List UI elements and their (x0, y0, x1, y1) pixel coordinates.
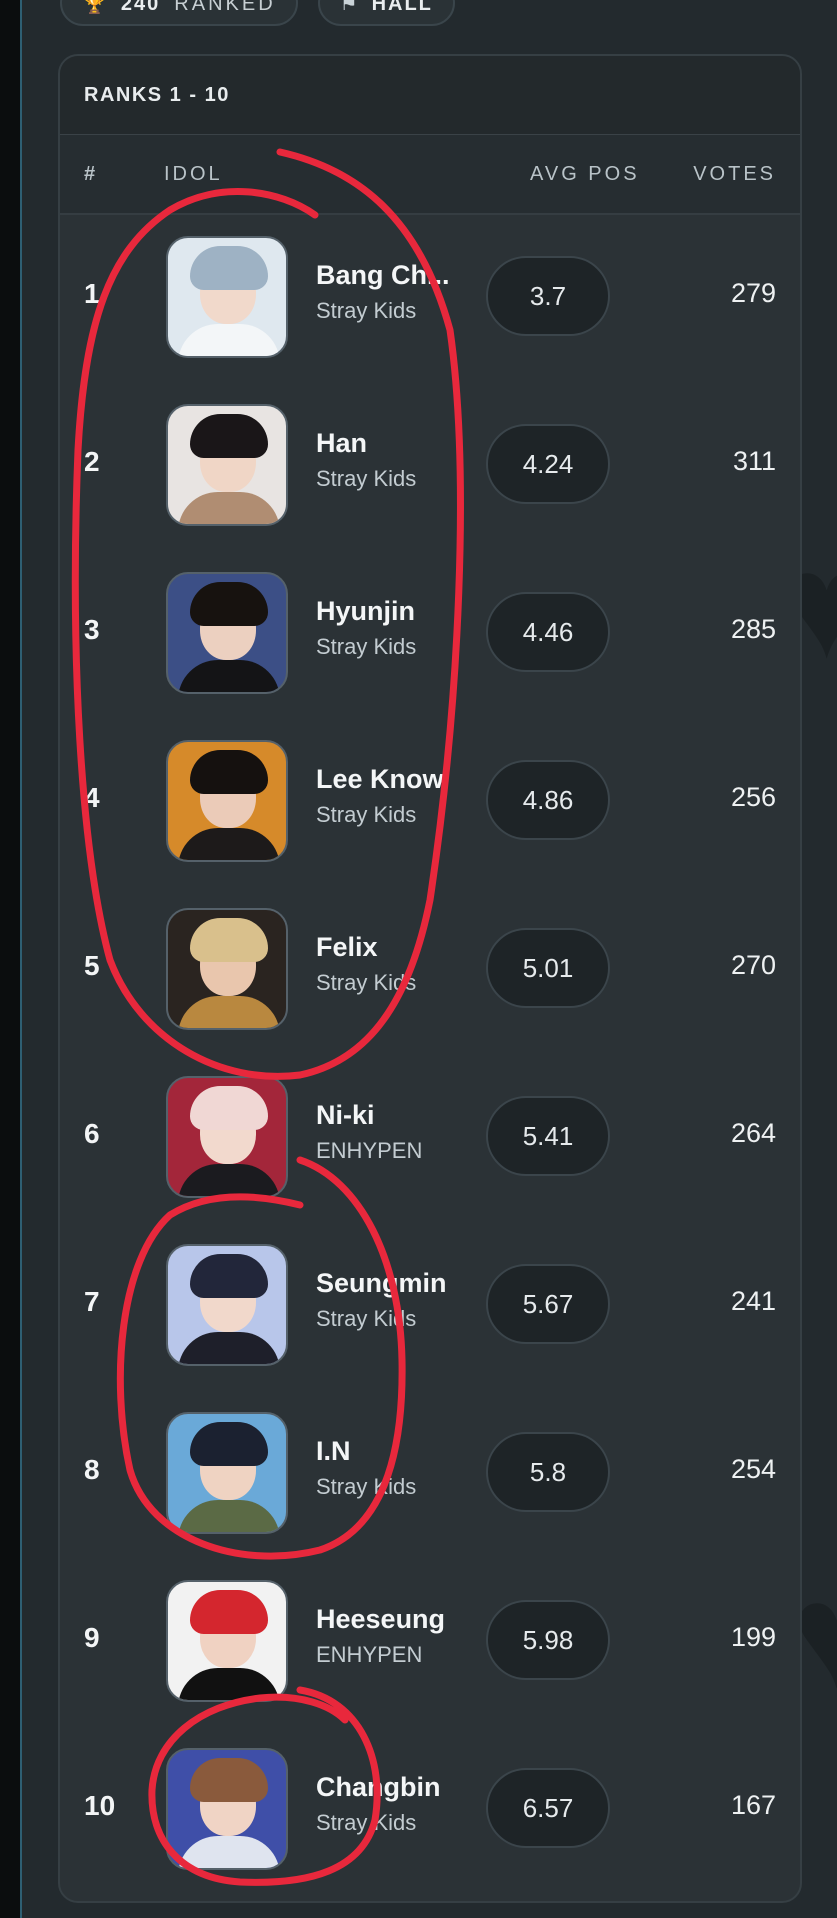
idol-group: Stray Kids (316, 970, 417, 995)
avg-pos-badge: 6.57 (486, 1768, 610, 1848)
table-row[interactable]: 1 Bang Ch... Stray Kids 3.7 279 (60, 214, 800, 382)
flag-icon: ⚑ (339, 0, 358, 15)
idol-group: Stray Kids (316, 634, 417, 659)
idol-name: Felix (316, 932, 378, 962)
table-row[interactable]: 7 Seungmin Stray Kids 5.67 241 (60, 1222, 800, 1390)
idol-group: ENHYPEN (316, 1138, 423, 1163)
rank-number: 1 (84, 278, 100, 309)
avg-pos-badge: 3.7 (486, 256, 610, 336)
rank-number: 4 (84, 782, 100, 813)
vote-count: 199 (730, 1622, 776, 1652)
rank-number: 10 (84, 1790, 116, 1821)
idol-group: Stray Kids (316, 1810, 417, 1835)
rank-number: 9 (84, 1622, 100, 1653)
idol-name: Seungmin (316, 1268, 447, 1298)
avg-pos-badge: 4.86 (486, 760, 610, 840)
avg-pos-badge: 4.46 (486, 592, 610, 672)
column-idol: IDOL (164, 163, 223, 185)
idol-group: Stray Kids (316, 802, 417, 827)
avatar (166, 1748, 288, 1870)
table-row[interactable]: 9 Heeseung ENHYPEN 5.98 199 (60, 1558, 800, 1726)
idol-name: Ni-ki (316, 1100, 375, 1130)
rank-number: 5 (84, 950, 100, 981)
idol-name: Han (316, 428, 368, 458)
ranking-card: RANKS 1 - 10 # IDOL AVG POS VOTES 1 Bang… (58, 54, 802, 1903)
vote-count: 241 (730, 1286, 776, 1316)
table-row[interactable]: 5 Felix Stray Kids 5.01 270 (60, 886, 800, 1054)
table-row[interactable]: 3 Hyunjin Stray Kids 4.46 285 (60, 550, 800, 718)
top-stats-bar: 🏆 240 RANKED ⚑ HALL (60, 0, 455, 28)
vote-count: 167 (730, 1790, 776, 1820)
idol-group: Stray Kids (316, 466, 417, 491)
idol-group: Stray Kids (316, 298, 417, 323)
avatar (166, 236, 288, 358)
column-avg-pos: AVG POS (530, 163, 640, 185)
table-row[interactable]: 8 I.N Stray Kids 5.8 254 (60, 1390, 800, 1558)
card-header: RANKS 1 - 10 (60, 56, 800, 135)
rank-number: 8 (84, 1454, 100, 1485)
table-row[interactable]: 6 Ni-ki ENHYPEN 5.41 264 (60, 1054, 800, 1222)
avatar (166, 1580, 288, 1702)
avatar (166, 1412, 288, 1534)
avatar (166, 740, 288, 862)
hall-label: HALL (371, 0, 433, 15)
idol-name: Changbin (316, 1772, 441, 1802)
vote-count: 311 (732, 446, 776, 476)
vote-count: 279 (730, 278, 776, 308)
hall-pill[interactable]: ⚑ HALL (317, 0, 455, 26)
avg-pos-badge: 5.98 (486, 1600, 610, 1680)
column-votes: VOTES (693, 163, 776, 185)
avatar (166, 908, 288, 1030)
avatar (166, 404, 288, 526)
vote-count: 256 (730, 782, 776, 812)
rank-number: 6 (84, 1118, 100, 1149)
avg-pos-badge: 5.67 (486, 1264, 610, 1344)
table-row[interactable]: 10 Changbin Stray Kids 6.57 167 (60, 1726, 800, 1894)
vote-count: 264 (730, 1118, 776, 1148)
ranked-count-pill[interactable]: 🏆 240 RANKED (60, 0, 298, 26)
idol-group: Stray Kids (316, 1474, 417, 1499)
card-title: RANKS 1 - 10 (84, 83, 230, 106)
table-row[interactable]: 4 Lee Know Stray Kids 4.86 256 (60, 718, 800, 886)
idol-name: Lee Know (316, 764, 444, 794)
left-dark-strip (0, 0, 20, 1918)
idol-name: I.N (316, 1436, 351, 1466)
rank-number: 7 (84, 1286, 100, 1317)
trophy-icon: 🏆 (82, 0, 107, 15)
vote-count: 254 (730, 1454, 776, 1484)
rank-number: 2 (84, 446, 100, 477)
vote-count: 270 (730, 950, 776, 980)
avatar (166, 1076, 288, 1198)
column-rank: # (84, 163, 99, 185)
vote-count: 285 (730, 614, 776, 644)
avg-pos-badge: 5.01 (486, 928, 610, 1008)
idol-group: Stray Kids (316, 1306, 417, 1331)
rank-number: 3 (84, 614, 100, 645)
idol-group: ENHYPEN (316, 1642, 423, 1667)
table-row[interactable]: 2 Han Stray Kids 4.24 311 (60, 382, 800, 550)
column-header-row: # IDOL AVG POS VOTES (60, 135, 800, 215)
avg-pos-badge: 5.41 (486, 1096, 610, 1176)
idol-name: Hyunjin (316, 596, 415, 626)
avatar (166, 572, 288, 694)
ranked-count: 240 (120, 0, 161, 15)
avatar (166, 1244, 288, 1366)
idol-name: Heeseung (316, 1604, 446, 1634)
avg-pos-badge: 5.8 (486, 1432, 610, 1512)
ranked-label: RANKED (174, 0, 276, 15)
idol-name: Bang Ch... (316, 260, 450, 290)
avg-pos-badge: 4.24 (486, 424, 610, 504)
